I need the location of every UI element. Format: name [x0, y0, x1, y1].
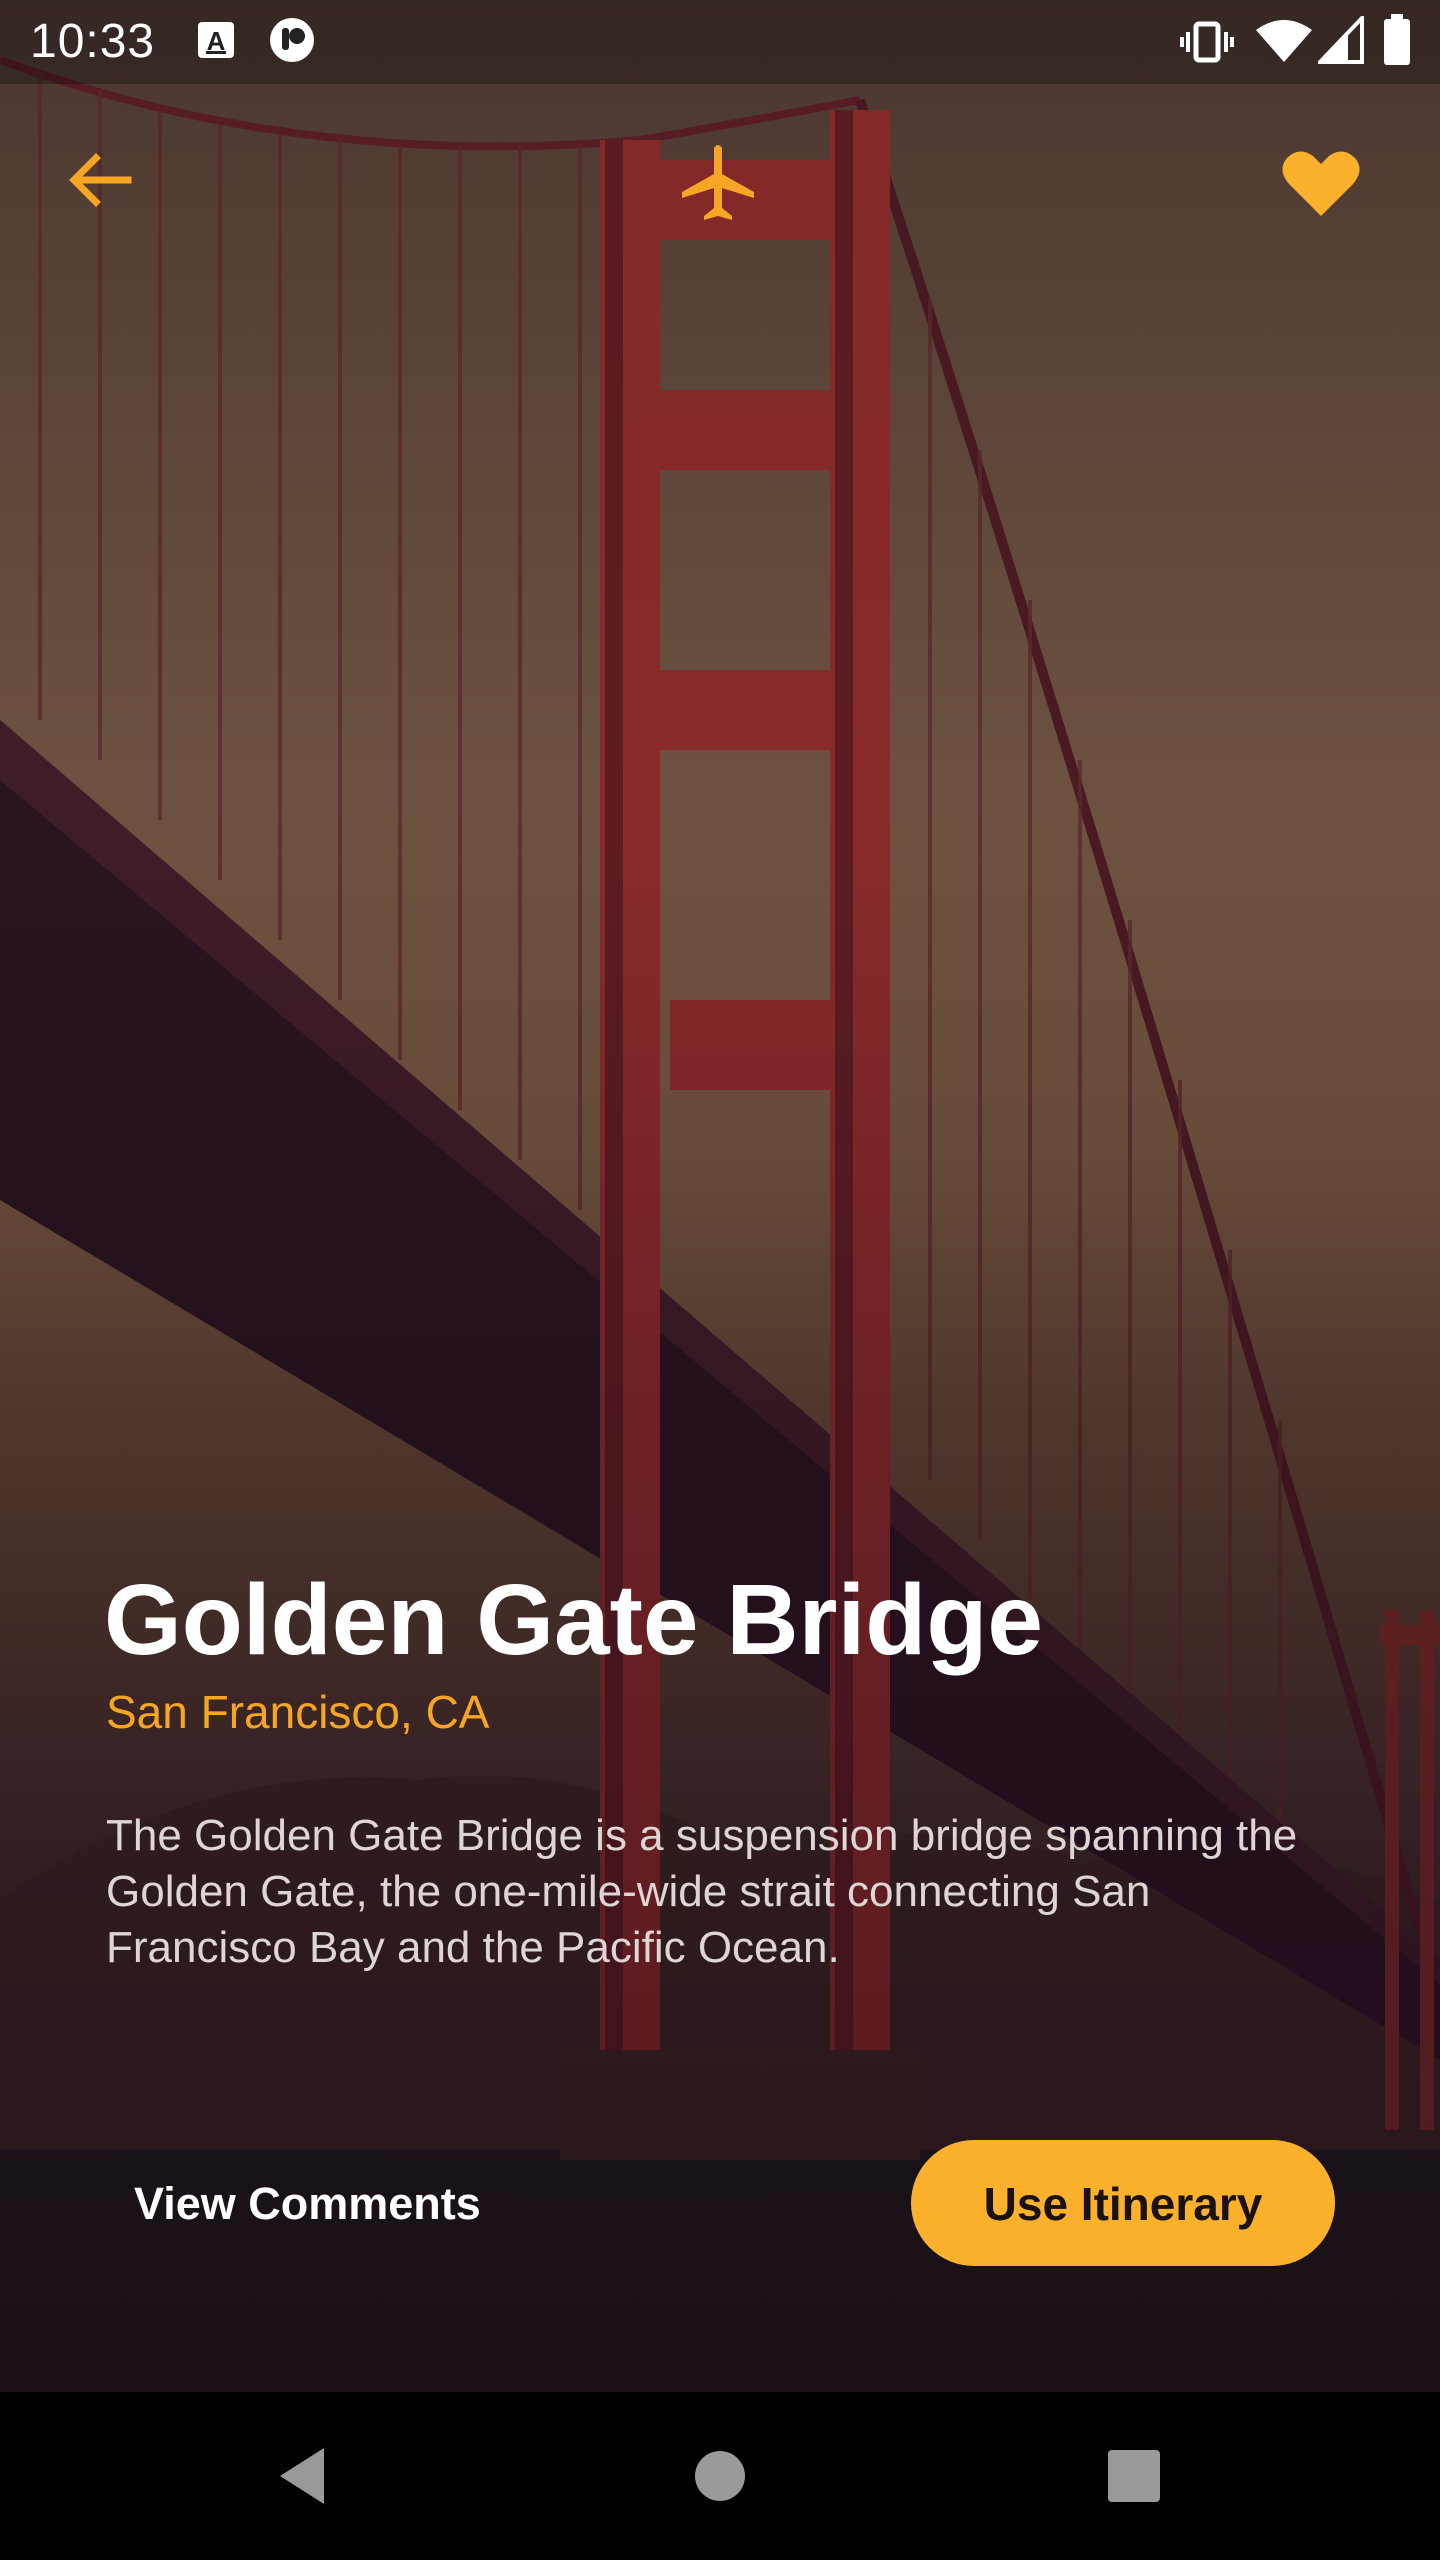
text-a-notification-icon: A — [198, 22, 234, 58]
use-itinerary-button[interactable]: Use Itinerary — [911, 2140, 1335, 2266]
photo-dark-overlay — [0, 0, 1440, 2392]
status-time: 10:33 — [30, 15, 156, 68]
arrow-back-icon — [69, 153, 132, 207]
back-button[interactable] — [50, 134, 146, 230]
vibrate-icon — [1180, 21, 1234, 63]
view-comments-button[interactable]: View Comments — [110, 2164, 505, 2244]
nav-back-icon[interactable] — [254, 2426, 354, 2526]
nav-home-icon[interactable] — [670, 2426, 770, 2526]
heart-icon — [1282, 151, 1360, 216]
nav-recents-icon[interactable] — [1084, 2426, 1184, 2526]
background-photo — [0, 0, 1440, 2392]
place-title: Golden Gate Bridge — [104, 1564, 1044, 1676]
battery-icon — [1384, 14, 1410, 65]
place-description: The Golden Gate Bridge is a suspension b… — [106, 1811, 1298, 1972]
wifi-icon — [1256, 20, 1312, 62]
favorite-button[interactable] — [1273, 134, 1369, 230]
app-logo — [670, 134, 766, 230]
status-bar: 10:33 A — [0, 0, 1440, 84]
place-location: San Francisco, CA — [106, 1686, 490, 1738]
system-nav-bar — [0, 2392, 1440, 2560]
airplane-icon — [682, 145, 754, 220]
circle-app-notification-icon — [270, 18, 314, 62]
cell-signal-icon — [1318, 16, 1364, 64]
place-detail-screen: 10:33 A Golden Gate Bridge San Francisco… — [0, 0, 1440, 2560]
